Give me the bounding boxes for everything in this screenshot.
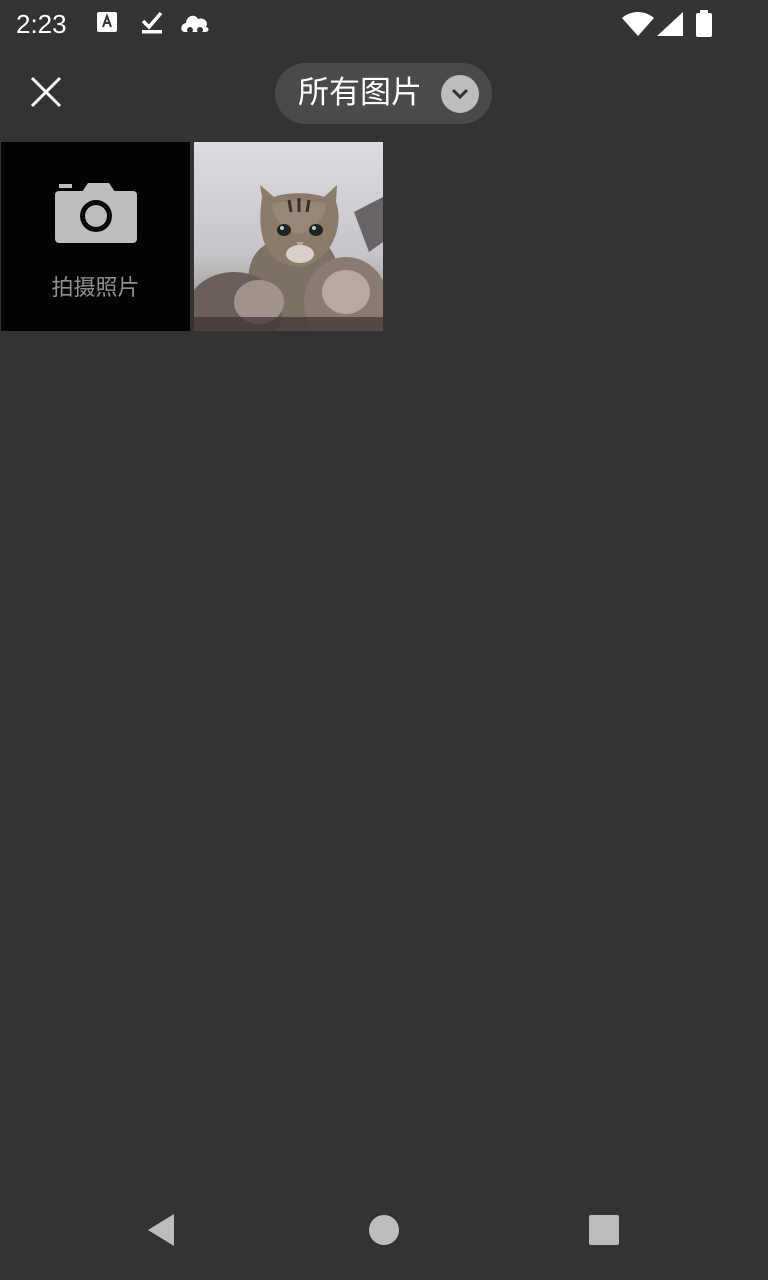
status-time: 2:23 — [16, 9, 67, 39]
chevron-down-icon — [441, 75, 479, 113]
download-done-icon — [140, 10, 164, 40]
home-icon — [368, 1214, 400, 1250]
signal-icon — [657, 12, 683, 40]
take-photo-label: 拍摄照片 — [51, 276, 140, 301]
battery-icon — [695, 10, 713, 42]
recents-icon — [589, 1215, 619, 1249]
navigation-bar — [0, 1184, 768, 1280]
close-icon — [29, 75, 63, 113]
home-button[interactable] — [352, 1200, 416, 1264]
album-label: 所有图片 — [298, 75, 422, 111]
back-icon — [146, 1213, 176, 1251]
take-photo-tile[interactable]: 拍摄照片 — [1, 142, 190, 331]
back-button[interactable] — [129, 1200, 193, 1264]
status-bar: 2:23 — [0, 0, 768, 48]
wifi-icon — [622, 12, 654, 40]
camera-icon — [54, 182, 138, 248]
close-button[interactable] — [22, 70, 70, 118]
album-selector[interactable]: 所有图片 — [275, 63, 492, 124]
photo-thumbnail[interactable] — [194, 142, 383, 331]
cat-photo — [194, 142, 383, 331]
keyboard-a-icon — [96, 10, 118, 38]
cloud-icon — [180, 10, 210, 40]
recents-button[interactable] — [572, 1200, 636, 1264]
